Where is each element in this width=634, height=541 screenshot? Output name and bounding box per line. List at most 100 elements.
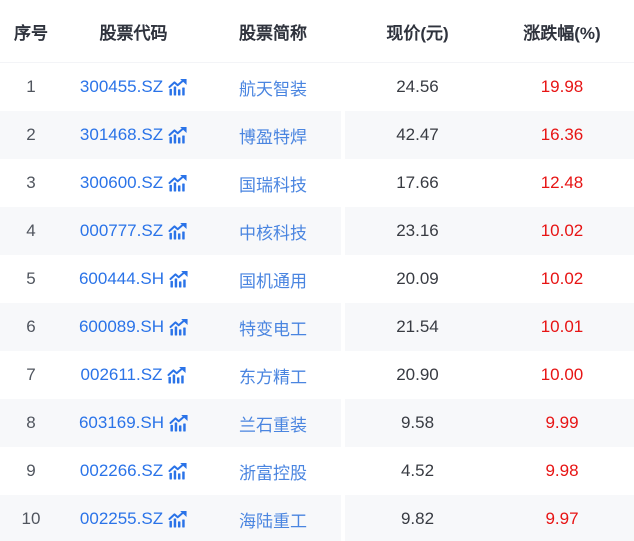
row-change: 12.48 xyxy=(490,159,634,207)
trend-chart-icon[interactable] xyxy=(168,79,187,96)
table-row[interactable]: 1 300455.SZ xyxy=(0,63,634,111)
trend-chart-icon[interactable] xyxy=(168,223,187,240)
table-row[interactable]: 10 002255.SZ xyxy=(0,495,634,541)
row-price: 4.52 xyxy=(345,447,490,495)
row-change: 9.97 xyxy=(490,495,634,541)
row-seq: 2 xyxy=(0,111,62,159)
stock-code-link[interactable]: 000777.SZ xyxy=(80,221,187,241)
stock-code-link[interactable]: 002611.SZ xyxy=(81,365,187,385)
trend-chart-icon[interactable] xyxy=(167,367,186,384)
row-change: 10.00 xyxy=(490,351,634,399)
row-code-cell: 002611.SZ xyxy=(62,351,205,399)
row-price: 23.16 xyxy=(345,207,490,255)
row-code-cell: 300600.SZ xyxy=(62,159,205,207)
table-header: 序号 股票代码 股票简称 现价(元) 涨跌幅(%) xyxy=(0,0,634,63)
row-scroll-section: 21.54 10.01 xyxy=(345,303,634,351)
row-scroll-section: 17.66 12.48 xyxy=(345,159,634,207)
stock-code-link[interactable]: 002255.SZ xyxy=(80,509,187,529)
row-code-cell: 300455.SZ xyxy=(62,63,205,111)
row-frozen-section: 2 301468.SZ xyxy=(0,111,341,159)
trend-chart-icon[interactable] xyxy=(168,463,187,480)
stock-code-link[interactable]: 300600.SZ xyxy=(80,173,187,193)
row-frozen-section: 1 300455.SZ xyxy=(0,63,341,111)
row-frozen-section: 3 300600.SZ xyxy=(0,159,341,207)
stock-code-text: 600089.SH xyxy=(79,317,164,337)
stock-name-link[interactable]: 浙富控股 xyxy=(239,459,307,484)
row-frozen-section: 10 002255.SZ xyxy=(0,495,341,541)
row-code-cell: 600089.SH xyxy=(62,303,205,351)
stock-name-link[interactable]: 特变电工 xyxy=(239,315,307,340)
row-seq: 1 xyxy=(0,63,62,111)
row-seq: 6 xyxy=(0,303,62,351)
stock-code-link[interactable]: 600444.SH xyxy=(79,269,188,289)
table-row[interactable]: 5 600444.SH xyxy=(0,255,634,303)
table-row[interactable]: 7 002611.SZ xyxy=(0,351,634,399)
trend-chart-icon[interactable] xyxy=(169,271,188,288)
row-frozen-section: 9 002266.SZ xyxy=(0,447,341,495)
stock-name-link[interactable]: 博盈特焊 xyxy=(239,123,307,148)
row-frozen-section: 7 002611.SZ xyxy=(0,351,341,399)
stock-name-link[interactable]: 航天智装 xyxy=(239,75,307,100)
table-row[interactable]: 9 002266.SZ xyxy=(0,447,634,495)
trend-chart-icon[interactable] xyxy=(168,127,187,144)
row-change: 16.36 xyxy=(490,111,634,159)
row-seq: 10 xyxy=(0,495,62,541)
row-code-cell: 603169.SH xyxy=(62,399,205,447)
stock-code-link[interactable]: 603169.SH xyxy=(79,413,188,433)
stock-name-link[interactable]: 海陆重工 xyxy=(239,507,307,532)
row-code-cell: 600444.SH xyxy=(62,255,205,303)
row-scroll-section: 4.52 9.98 xyxy=(345,447,634,495)
table-row[interactable]: 6 600089.SH xyxy=(0,303,634,351)
stock-code-link[interactable]: 002266.SZ xyxy=(80,461,187,481)
header-change: 涨跌幅(%) xyxy=(490,0,634,62)
stock-name-link[interactable]: 中核科技 xyxy=(239,219,307,244)
stock-code-link[interactable]: 300455.SZ xyxy=(80,77,187,97)
row-scroll-section: 20.90 10.00 xyxy=(345,351,634,399)
row-price: 20.90 xyxy=(345,351,490,399)
trend-chart-icon[interactable] xyxy=(169,319,188,336)
row-code-cell: 000777.SZ xyxy=(62,207,205,255)
stock-code-link[interactable]: 600089.SH xyxy=(79,317,188,337)
row-scroll-section: 9.82 9.97 xyxy=(345,495,634,541)
table-row[interactable]: 2 301468.SZ xyxy=(0,111,634,159)
row-price: 20.09 xyxy=(345,255,490,303)
row-price: 21.54 xyxy=(345,303,490,351)
stock-code-link[interactable]: 301468.SZ xyxy=(80,125,187,145)
stock-code-text: 002255.SZ xyxy=(80,509,163,529)
row-price: 9.58 xyxy=(345,399,490,447)
row-scroll-section: 42.47 16.36 xyxy=(345,111,634,159)
header-seq: 序号 xyxy=(0,0,62,62)
header-code: 股票代码 xyxy=(62,0,205,62)
trend-chart-icon[interactable] xyxy=(168,175,187,192)
stock-name-link[interactable]: 国瑞科技 xyxy=(239,171,307,196)
stock-code-text: 002611.SZ xyxy=(81,365,163,385)
row-change: 9.98 xyxy=(490,447,634,495)
stock-code-text: 301468.SZ xyxy=(80,125,163,145)
header-frozen-section: 序号 股票代码 股票简称 xyxy=(0,0,341,62)
row-seq: 7 xyxy=(0,351,62,399)
trend-chart-icon[interactable] xyxy=(168,511,187,528)
row-change: 9.99 xyxy=(490,399,634,447)
table-row[interactable]: 3 300600.SZ xyxy=(0,159,634,207)
stock-code-text: 600444.SH xyxy=(79,269,164,289)
stock-code-text: 002266.SZ xyxy=(80,461,163,481)
stock-name-link[interactable]: 国机通用 xyxy=(239,267,307,292)
row-scroll-section: 24.56 19.98 xyxy=(345,63,634,111)
stock-name-link[interactable]: 东方精工 xyxy=(239,363,307,388)
row-scroll-section: 20.09 10.02 xyxy=(345,255,634,303)
row-frozen-section: 8 603169.SH xyxy=(0,399,341,447)
row-frozen-section: 4 000777.SZ xyxy=(0,207,341,255)
table-row[interactable]: 4 000777.SZ xyxy=(0,207,634,255)
row-seq: 5 xyxy=(0,255,62,303)
table-body: 1 300455.SZ xyxy=(0,63,634,541)
row-change: 10.01 xyxy=(490,303,634,351)
row-price: 17.66 xyxy=(345,159,490,207)
header-name: 股票简称 xyxy=(205,0,341,62)
stock-name-link[interactable]: 兰石重装 xyxy=(239,411,307,436)
row-price: 42.47 xyxy=(345,111,490,159)
row-seq: 9 xyxy=(0,447,62,495)
row-frozen-section: 5 600444.SH xyxy=(0,255,341,303)
trend-chart-icon[interactable] xyxy=(169,415,188,432)
stock-code-text: 300455.SZ xyxy=(80,77,163,97)
table-row[interactable]: 8 603169.SH xyxy=(0,399,634,447)
